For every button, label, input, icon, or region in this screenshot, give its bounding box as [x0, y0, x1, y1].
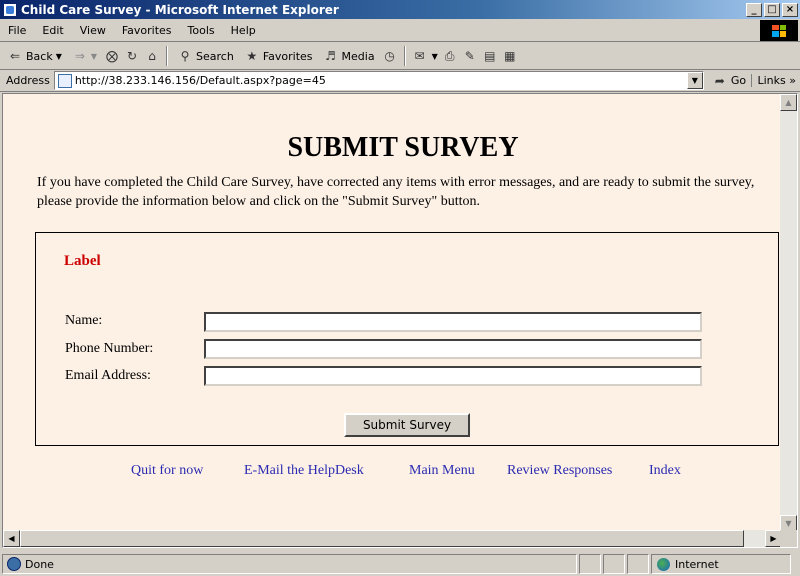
search-label: Search — [196, 49, 234, 63]
name-label: Name: — [65, 313, 103, 328]
page-viewport: SUBMIT SURVEY If you have completed the … — [2, 93, 798, 548]
maximize-button[interactable]: □ — [764, 2, 780, 17]
form-label: Label — [64, 253, 101, 269]
discuss-icon[interactable]: ▤ — [482, 48, 498, 64]
home-icon[interactable]: ⌂ — [144, 48, 160, 64]
menu-file[interactable]: File — [0, 24, 34, 37]
menu-view[interactable]: View — [72, 24, 114, 37]
vertical-scrollbar[interactable]: ▲ ▼ — [780, 94, 797, 532]
chevron-down-icon: ▼ — [55, 51, 62, 61]
back-arrow-icon: ⇐ — [9, 49, 21, 63]
minimize-button[interactable]: _ — [746, 2, 762, 17]
review-responses-link[interactable]: Review Responses — [507, 463, 612, 479]
back-button[interactable]: ⇐ Back ▼ — [4, 45, 65, 67]
media-button[interactable]: ♬ Media — [320, 45, 378, 67]
edit-icon[interactable]: ✎ — [462, 48, 478, 64]
index-link[interactable]: Index — [649, 463, 681, 479]
refresh-icon[interactable]: ↻ — [124, 48, 140, 64]
status-main: Done — [2, 554, 577, 574]
menu-favorites[interactable]: Favorites — [114, 24, 180, 37]
search-icon: ⚲ — [180, 49, 190, 63]
close-button[interactable]: × — [782, 2, 798, 17]
status-cell — [579, 554, 601, 574]
ie-status-icon — [7, 557, 21, 571]
address-url[interactable]: http://38.233.146.156/Default.aspx?page=… — [75, 74, 687, 87]
address-input[interactable]: http://38.233.146.156/Default.aspx?page=… — [53, 71, 704, 90]
search-button[interactable]: ⚲ Search — [174, 45, 237, 67]
globe-icon — [657, 557, 670, 571]
window-title: Child Care Survey - Microsoft Internet E… — [21, 2, 339, 17]
scrollbar-corner — [780, 530, 797, 547]
toolbar-separator — [403, 46, 406, 66]
history-icon[interactable]: ◷ — [382, 48, 398, 64]
status-bar: Done Internet — [0, 552, 800, 576]
status-cell — [603, 554, 625, 574]
submit-survey-button[interactable]: Submit Survey — [344, 413, 470, 437]
media-icon: ♬ — [325, 49, 336, 63]
forward-arrow-icon: ⇒ — [74, 49, 85, 63]
toolbar-separator — [166, 46, 169, 66]
status-cell — [627, 554, 649, 574]
menu-bar: File Edit View Favorites Tools Help — [0, 19, 800, 42]
scroll-left-icon[interactable]: ◀ — [3, 530, 20, 547]
favorites-button[interactable]: ★ Favorites — [241, 45, 316, 67]
forward-button[interactable]: ⇒ ▼ — [69, 45, 100, 67]
address-dropdown-button[interactable]: ▼ — [686, 72, 703, 89]
menu-help[interactable]: Help — [223, 24, 264, 37]
title-bar: Child Care Survey - Microsoft Internet E… — [0, 0, 800, 19]
print-icon[interactable]: ⎙ — [442, 48, 458, 64]
favorites-label: Favorites — [262, 49, 313, 63]
links-label: Links — [757, 74, 786, 87]
menu-edit[interactable]: Edit — [34, 24, 71, 37]
address-label: Address — [6, 74, 50, 87]
address-bar: Address http://38.233.146.156/Default.as… — [0, 70, 800, 92]
survey-form: Label Name: Phone Number: Email Address:… — [35, 232, 779, 446]
page-content: SUBMIT SURVEY If you have completed the … — [3, 94, 782, 532]
page-title: SUBMIT SURVEY — [287, 132, 519, 163]
messenger-icon[interactable]: ▦ — [502, 48, 518, 64]
windows-logo-icon — [760, 20, 798, 41]
favorites-icon: ★ — [246, 49, 258, 63]
horizontal-scroll-thumb[interactable] — [20, 530, 744, 547]
email-field[interactable] — [204, 366, 702, 386]
email-helpdesk-link[interactable]: E-Mail the HelpDesk — [244, 463, 364, 479]
links-button[interactable]: Links » — [750, 74, 796, 87]
toolbar: ⇐ Back ▼ ⇒ ▼ ⨂ ↻ ⌂ ⚲ Search ★ Favorites … — [0, 43, 800, 70]
email-label: Email Address: — [65, 368, 151, 383]
chevron-down-icon: ▼ — [90, 51, 98, 61]
scroll-up-icon[interactable]: ▲ — [780, 94, 797, 111]
stop-icon[interactable]: ⨂ — [104, 48, 120, 64]
go-button[interactable]: ➦ Go — [712, 73, 746, 89]
quit-link[interactable]: Quit for now — [131, 463, 203, 479]
name-field[interactable] — [204, 312, 702, 332]
phone-label: Phone Number: — [65, 341, 154, 356]
go-label: Go — [730, 74, 747, 87]
main-menu-link[interactable]: Main Menu — [409, 463, 475, 479]
go-arrow-icon: ➦ — [714, 73, 725, 88]
security-zone: Internet — [651, 554, 791, 574]
mail-icon[interactable]: ✉ — [412, 48, 428, 64]
menu-tools[interactable]: Tools — [180, 24, 223, 37]
back-label: Back — [26, 49, 53, 63]
phone-field[interactable] — [204, 339, 702, 359]
intro-text: If you have completed the Child Care Sur… — [37, 175, 755, 209]
status-text: Done — [25, 557, 54, 571]
zone-text: Internet — [675, 557, 719, 571]
page-icon — [57, 73, 72, 88]
media-label: Media — [341, 49, 375, 63]
chevron-down-icon[interactable]: ▼ — [432, 52, 438, 61]
ie-page-icon — [3, 2, 17, 17]
horizontal-scrollbar[interactable]: ◀ ▶ — [3, 530, 782, 547]
